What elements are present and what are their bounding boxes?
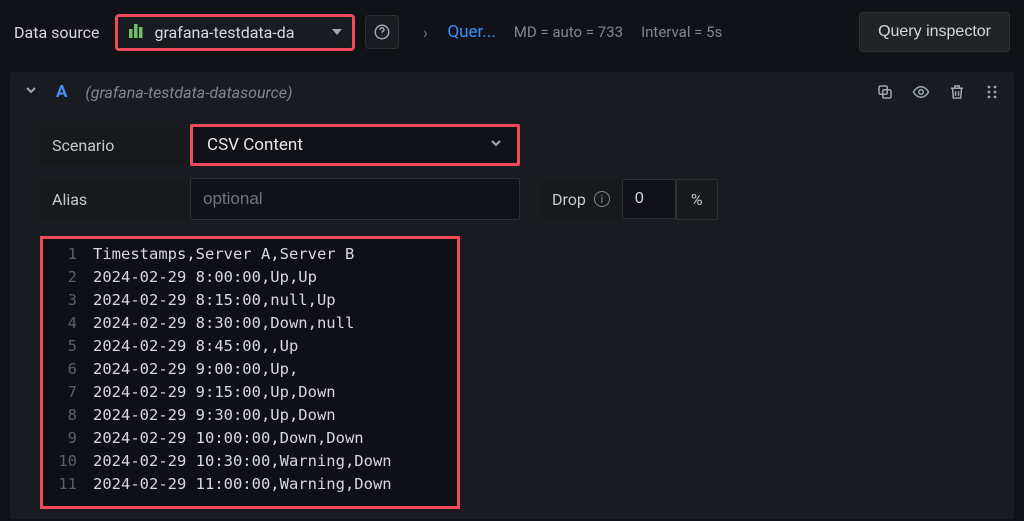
- query-letter[interactable]: A: [56, 82, 67, 102]
- line-content: 2024-02-29 11:00:00,Warning,Down: [93, 473, 392, 496]
- editor-line[interactable]: 22024-02-29 8:00:00,Up,Up: [43, 266, 457, 289]
- chevron-down-icon: [332, 29, 342, 35]
- editor-line[interactable]: 102024-02-29 10:30:00,Warning,Down: [43, 450, 457, 473]
- line-number: 10: [43, 450, 93, 473]
- scenario-select[interactable]: CSV Content: [190, 124, 520, 166]
- alias-row: Alias Drop i %: [10, 170, 1014, 228]
- line-number: 2: [43, 266, 93, 289]
- editor-line[interactable]: 1Timestamps,Server A,Server B: [43, 243, 457, 266]
- drag-handle[interactable]: [984, 83, 1000, 101]
- scenario-label: Scenario: [40, 126, 190, 165]
- csv-editor[interactable]: 1Timestamps,Server A,Server B22024-02-29…: [40, 236, 460, 509]
- query-panel: A (grafana-testdata-datasource) Scena: [10, 72, 1014, 519]
- editor-line[interactable]: 52024-02-29 8:45:00,,Up: [43, 335, 457, 358]
- line-content: 2024-02-29 8:15:00,null,Up: [93, 289, 336, 312]
- line-number: 4: [43, 312, 93, 335]
- info-icon[interactable]: i: [594, 191, 610, 207]
- query-header: A (grafana-testdata-datasource): [10, 72, 1014, 120]
- line-content: 2024-02-29 10:00:00,Down,Down: [93, 427, 364, 450]
- breadcrumb-query-link[interactable]: Quer...: [447, 22, 495, 42]
- line-content: 2024-02-29 9:00:00,Up,: [93, 358, 298, 381]
- query-inspector-button[interactable]: Query inspector: [859, 12, 1010, 52]
- scenario-row: Scenario CSV Content: [10, 120, 1014, 170]
- visibility-toggle[interactable]: [912, 83, 930, 101]
- datasource-picker[interactable]: grafana-testdata-da: [115, 14, 355, 51]
- topbar: Data source grafana-testdata-da › Quer..…: [0, 0, 1024, 72]
- alias-input[interactable]: [190, 178, 520, 220]
- datasource-name: grafana-testdata-da: [154, 23, 322, 42]
- line-content: 2024-02-29 8:00:00,Up,Up: [93, 266, 317, 289]
- line-content: 2024-02-29 9:15:00,Up,Down: [93, 381, 336, 404]
- drop-label: Drop i: [540, 180, 622, 219]
- line-number: 8: [43, 404, 93, 427]
- breadcrumb-caret-icon: ›: [413, 23, 437, 42]
- datasource-label: Data source: [14, 23, 99, 42]
- line-content: 2024-02-29 9:30:00,Up,Down: [93, 404, 336, 427]
- line-number: 6: [43, 358, 93, 381]
- editor-line[interactable]: 82024-02-29 9:30:00,Up,Down: [43, 404, 457, 427]
- line-content: 2024-02-29 10:30:00,Warning,Down: [93, 450, 392, 473]
- line-content: 2024-02-29 8:45:00,,Up: [93, 335, 298, 358]
- drop-label-text: Drop: [552, 190, 586, 209]
- query-source: (grafana-testdata-datasource): [85, 83, 292, 102]
- scenario-value: CSV Content: [207, 135, 303, 155]
- editor-line[interactable]: 92024-02-29 10:00:00,Down,Down: [43, 427, 457, 450]
- line-content: Timestamps,Server A,Server B: [93, 243, 354, 266]
- chevron-down-icon: [489, 136, 503, 154]
- drop-input[interactable]: [622, 179, 676, 219]
- line-number: 7: [43, 381, 93, 404]
- editor-line[interactable]: 112024-02-29 11:00:00,Warning,Down: [43, 473, 457, 496]
- stat-interval: Interval = 5s: [641, 23, 722, 41]
- editor-line[interactable]: 72024-02-29 9:15:00,Up,Down: [43, 381, 457, 404]
- query-actions: [876, 83, 1000, 101]
- editor-line[interactable]: 62024-02-29 9:00:00,Up,: [43, 358, 457, 381]
- line-number: 9: [43, 427, 93, 450]
- alias-label: Alias: [40, 180, 190, 219]
- line-number: 1: [43, 243, 93, 266]
- line-content: 2024-02-29 8:30:00,Down,null: [93, 312, 354, 335]
- line-number: 3: [43, 289, 93, 312]
- collapse-toggle[interactable]: [24, 83, 38, 101]
- help-button[interactable]: [365, 15, 399, 49]
- stat-md: MD = auto = 733: [514, 23, 623, 41]
- copy-button[interactable]: [876, 83, 894, 101]
- testdata-icon: [128, 23, 144, 42]
- drop-unit: %: [676, 179, 718, 220]
- editor-line[interactable]: 42024-02-29 8:30:00,Down,null: [43, 312, 457, 335]
- editor-line[interactable]: 32024-02-29 8:15:00,null,Up: [43, 289, 457, 312]
- line-number: 5: [43, 335, 93, 358]
- delete-button[interactable]: [948, 83, 966, 101]
- line-number: 11: [43, 473, 93, 496]
